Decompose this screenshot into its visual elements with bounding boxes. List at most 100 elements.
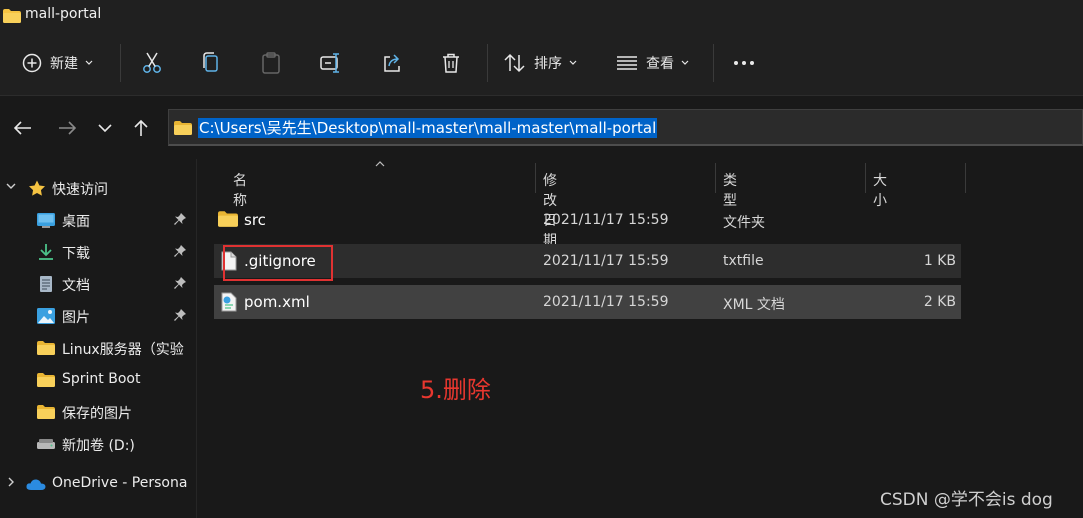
cut-button[interactable] [142,48,162,78]
address-bar[interactable]: C:\Users\吴先生\Desktop\mall-master\mall-ma… [168,109,1083,146]
copy-button[interactable] [202,48,220,78]
rename-button[interactable] [320,48,342,78]
file-type: 文件夹 [723,215,765,231]
document-icon [40,276,52,292]
view-label: 查看 [646,56,674,72]
new-button[interactable]: 新建 [22,48,93,78]
onedrive-label: OneDrive - Persona [52,475,188,491]
arrow-left-icon [14,121,31,135]
sidebar-item-label: 文档 [62,278,90,294]
sort-ascending-icon [375,161,385,167]
more-icon [734,61,754,65]
pin-icon[interactable] [173,276,187,290]
file-size: 1 KB [923,253,956,269]
drive-icon [37,439,55,449]
recent-locations-button[interactable] [93,118,117,138]
folder-icon [3,8,21,27]
paste-button[interactable] [262,48,280,78]
toolbar-divider [487,44,488,82]
sidebar-item-label: 保存的图片 [62,406,132,422]
file-modified: 2021/11/17 15:59 [543,253,669,269]
column-divider[interactable] [865,163,866,193]
desktop-icon [37,213,55,228]
navigation-bar: C:\Users\吴先生\Desktop\mall-master\mall-ma… [0,97,1083,159]
column-divider[interactable] [535,163,536,193]
pin-icon[interactable] [173,212,187,226]
forward-button[interactable] [55,118,79,138]
download-icon [39,244,53,260]
chevron-down-icon [6,183,16,189]
share-button[interactable] [382,48,402,78]
sidebar-item-onedrive[interactable]: OneDrive - Persona [0,470,196,498]
back-button[interactable] [11,118,35,138]
sidebar-item-label: 桌面 [62,214,90,230]
delete-button[interactable] [442,48,460,78]
file-size: 2 KB [923,294,956,310]
scissors-icon [143,52,161,73]
toolbar-divider [713,44,714,82]
navigation-pane: 快速访问 桌面 下载 文档 图片 Linux服务器（实验 Sprint Boot… [0,170,196,518]
view-button[interactable]: 查看 [616,48,689,78]
file-row-src[interactable]: src 2021/11/17 15:59 文件夹 [214,203,961,237]
copy-icon [203,52,218,72]
file-row-pom-xml[interactable]: pom.xml 2021/11/17 15:59 XML 文档 2 KB [214,285,961,319]
pane-divider [196,159,197,518]
pin-icon[interactable] [173,244,187,258]
watermark: CSDN @学不会is dog [880,490,1053,510]
up-button[interactable] [129,118,153,138]
arrow-up-icon [134,119,148,136]
sidebar-item-sprint-boot[interactable]: Sprint Boot [0,366,196,394]
chevron-down-icon [569,60,577,65]
chevron-down-icon [98,123,112,132]
annotation-text: 5.删除 [420,376,491,404]
cloud-icon [26,479,46,490]
sidebar-item-saved-pictures[interactable]: 保存的图片 [0,398,196,426]
sort-button[interactable]: 排序 [504,48,577,78]
window-title: mall-portal [25,6,102,22]
sidebar-item-label: 图片 [62,310,90,326]
sidebar-item-pictures[interactable]: 图片 [0,302,196,330]
file-name: pom.xml [244,293,310,311]
sidebar-item-label: 下载 [62,246,90,262]
view-list-icon [617,56,637,70]
folder-icon [37,373,55,387]
sidebar-item-quick-access[interactable]: 快速访问 [0,174,196,202]
sidebar-item-linux-server[interactable]: Linux服务器（实验 [0,334,196,362]
folder-icon [174,120,192,139]
paste-icon [262,52,280,74]
file-type: txtfile [723,253,764,269]
folder-icon [37,341,55,355]
rename-icon [320,53,339,73]
quick-access-label: 快速访问 [52,182,108,198]
file-name: src [244,211,266,229]
folder-icon [218,211,238,227]
sidebar-item-documents[interactable]: 文档 [0,270,196,298]
star-icon [29,180,45,196]
sidebar-item-drive-d[interactable]: 新加卷 (D:) [0,430,196,458]
file-modified: 2021/11/17 15:59 [543,212,669,228]
chevron-down-icon [681,60,689,65]
more-options-button[interactable] [733,48,755,78]
pictures-icon [37,308,55,324]
arrow-right-icon [59,121,76,135]
highlight-box [223,245,333,281]
file-type: XML 文档 [723,297,785,313]
address-path[interactable]: C:\Users\吴先生\Desktop\mall-master\mall-ma… [198,118,658,138]
sidebar-item-desktop[interactable]: 桌面 [0,206,196,234]
file-modified: 2021/11/17 15:59 [543,294,669,310]
trash-icon [443,53,459,73]
column-divider[interactable] [715,163,716,193]
folder-icon [37,405,55,419]
sidebar-item-downloads[interactable]: 下载 [0,238,196,266]
pin-icon[interactable] [173,308,187,322]
sidebar-item-label: 新加卷 (D:) [62,438,135,454]
column-divider[interactable] [965,163,966,193]
xml-file-icon [221,292,237,312]
sidebar-item-label: Sprint Boot [62,371,141,387]
sort-icon [504,53,525,73]
plus-circle-icon [22,53,42,73]
title-bar: mall-portal [0,0,1083,30]
share-icon [384,54,400,72]
chevron-right-icon [8,477,14,487]
sort-label: 排序 [534,56,562,72]
